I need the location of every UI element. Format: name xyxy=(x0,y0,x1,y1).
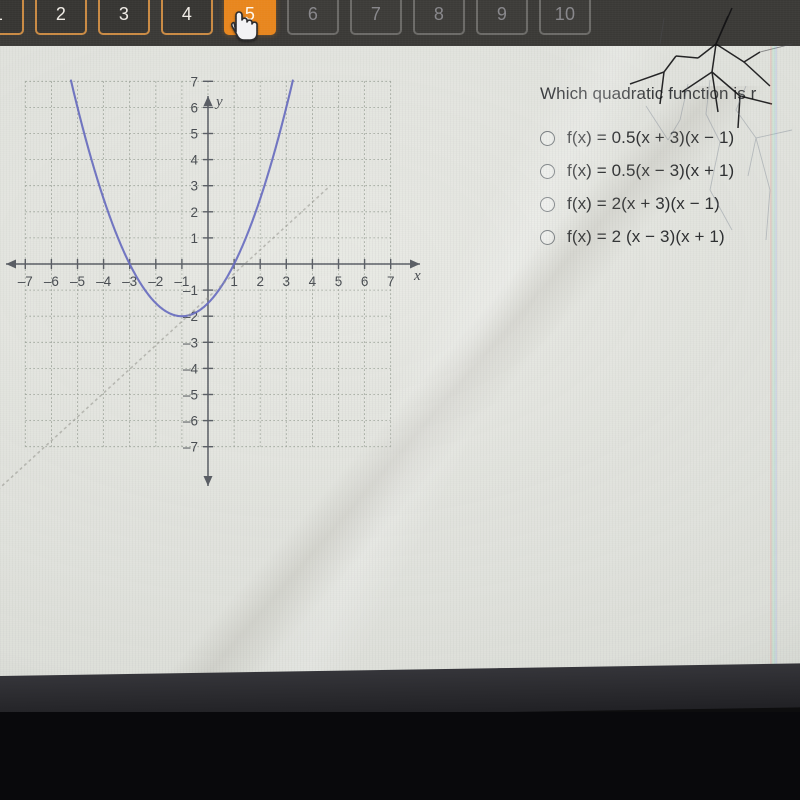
question-prompt: Which quadratic function is r xyxy=(540,84,757,103)
question-tab-label: 5 xyxy=(244,4,256,24)
x-tick-label: –7 xyxy=(18,274,33,289)
y-tick-label: –3 xyxy=(183,335,198,350)
screenshot-root: 1 2 3 4 5 6 7 8 9 10 xyxy=(0,0,800,800)
question-tab-7[interactable]: 7 xyxy=(350,0,402,35)
y-tick-label: 3 xyxy=(190,179,198,194)
question-tab-3[interactable]: 3 xyxy=(98,0,150,35)
x-tick-label: 1 xyxy=(230,274,238,289)
question-tab-label: 9 xyxy=(496,4,508,24)
radio-button-icon[interactable] xyxy=(540,163,555,179)
x-tick-label: 2 xyxy=(256,274,264,289)
answer-choice-b[interactable]: f(x) = 0.5(x − 3)(x + 1) xyxy=(540,161,800,181)
answer-choice-d[interactable]: f(x) = 2 (x − 3)(x + 1) xyxy=(540,227,800,247)
question-tab-5[interactable]: 5 xyxy=(224,0,276,35)
radio-button-icon[interactable] xyxy=(540,229,555,245)
question-tab-label: 2 xyxy=(55,4,67,24)
answer-choice-label: f(x) = 2(x + 3)(x − 1) xyxy=(567,194,720,213)
y-tick-label: –5 xyxy=(183,388,198,403)
y-tick-label: 2 xyxy=(190,205,198,220)
x-tick-label: 6 xyxy=(361,274,369,289)
y-axis-label: y xyxy=(214,94,223,110)
x-tick-label: –2 xyxy=(148,274,163,289)
x-axis-label: x xyxy=(413,268,421,284)
assessment-page: –7 –6 –5 –4 –3 –2 –1 1 2 3 4 5 6 7 7 6 5 4 3 2 1 –1 –2 –3 –4 –5 –6… xyxy=(0,46,800,676)
graph-axes xyxy=(6,96,420,486)
question-tab-10[interactable]: 10 xyxy=(539,0,591,35)
y-tick-label: –6 xyxy=(183,414,198,429)
y-tick-label: 5 xyxy=(190,127,198,142)
question-tab-bar: 1 2 3 4 5 6 7 8 9 10 xyxy=(0,0,800,46)
question-tab-9[interactable]: 9 xyxy=(476,0,528,35)
quadratic-graph: –7 –6 –5 –4 –3 –2 –1 1 2 3 4 5 6 7 7 6 5 4 3 2 1 –1 –2 –3 –4 –5 –6… xyxy=(0,66,440,526)
answer-choice-label: f(x) = 0.5(x + 3)(x − 1) xyxy=(567,128,735,147)
x-tick-label: 3 xyxy=(283,274,291,289)
question-tab-list: 1 2 3 4 5 6 7 8 9 10 xyxy=(0,0,591,35)
y-tick-label: 4 xyxy=(190,153,198,168)
monitor-bezel-lower xyxy=(0,712,800,800)
radio-button-icon[interactable] xyxy=(540,130,555,146)
y-tick-label: –4 xyxy=(183,361,199,376)
y-tick-label: –1 xyxy=(183,283,198,298)
question-tab-4[interactable]: 4 xyxy=(161,0,213,35)
question-tab-label: 10 xyxy=(554,4,576,24)
question-tab-label: 8 xyxy=(433,4,445,24)
y-tick-label: 1 xyxy=(190,231,198,246)
y-tick-label: –7 xyxy=(183,440,198,455)
x-tick-label: 4 xyxy=(309,274,317,289)
answer-choice-list: f(x) = 0.5(x + 3)(x − 1) f(x) = 0.5(x − 3… xyxy=(540,128,800,247)
question-tab-label: 4 xyxy=(181,4,193,24)
question-tab-8[interactable]: 8 xyxy=(413,0,465,35)
question-tab-2[interactable]: 2 xyxy=(35,0,87,35)
question-panel: Which quadratic function is r f(x) = 0.5… xyxy=(540,84,800,247)
y-tick-label: 6 xyxy=(190,100,198,115)
x-tick-label: 7 xyxy=(387,274,395,289)
graph-svg: –7 –6 –5 –4 –3 –2 –1 1 2 3 4 5 6 77654321–1–2–3–4–5–6… xyxy=(6,74,421,486)
question-tab-1[interactable]: 1 xyxy=(0,0,24,35)
question-tab-label: 7 xyxy=(370,4,382,24)
question-tab-label: 6 xyxy=(307,4,319,24)
answer-choice-c[interactable]: f(x) = 2(x + 3)(x − 1) xyxy=(540,194,800,214)
x-tick-label: –4 xyxy=(96,274,112,289)
answer-choice-a[interactable]: f(x) = 0.5(x + 3)(x − 1) xyxy=(540,128,800,148)
question-tab-label: 1 xyxy=(0,4,3,25)
x-tick-label: –3 xyxy=(122,274,137,289)
x-tick-label: 5 xyxy=(335,274,343,289)
y-tick-label: 7 xyxy=(190,74,198,89)
x-tick-label: –5 xyxy=(70,274,85,289)
question-tab-label: 3 xyxy=(118,4,130,24)
answer-choice-label: f(x) = 2 (x − 3)(x + 1) xyxy=(567,227,725,246)
radio-button-icon[interactable] xyxy=(540,196,555,212)
answer-choice-label: f(x) = 0.5(x − 3)(x + 1) xyxy=(567,161,735,180)
x-tick-label: –6 xyxy=(44,274,59,289)
question-tab-6[interactable]: 6 xyxy=(287,0,339,35)
